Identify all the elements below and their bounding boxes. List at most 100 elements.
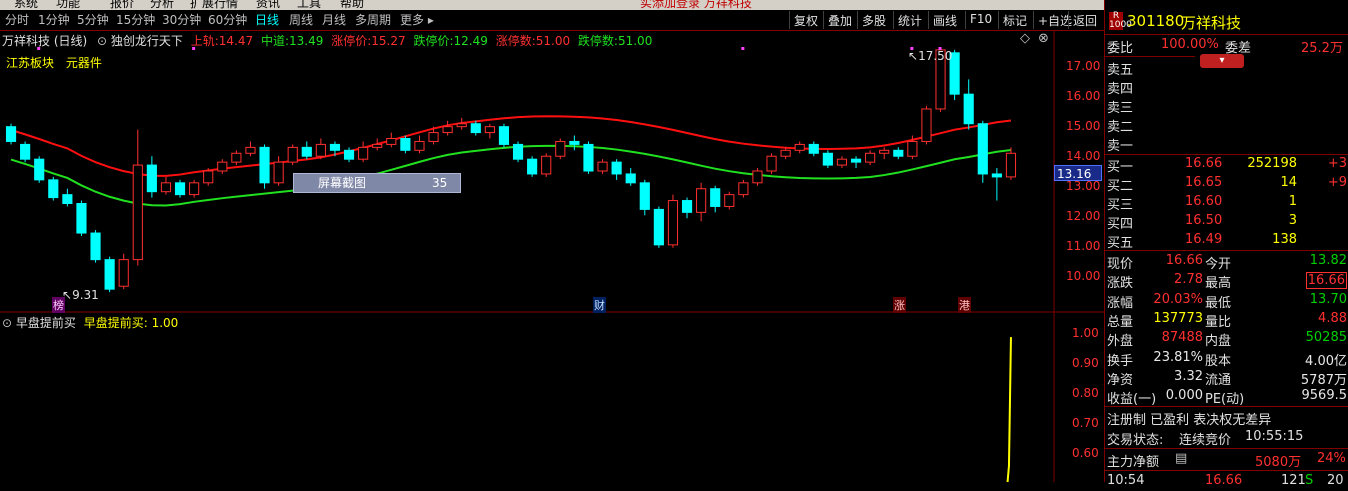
- candle-body: [710, 188, 721, 207]
- period-daily[interactable]: 日线: [255, 11, 279, 28]
- ask-row[interactable]: 卖五: [1105, 58, 1348, 78]
- f10-button[interactable]: F10: [965, 11, 996, 29]
- stat-label: 内盘: [1205, 334, 1232, 350]
- candle-body: [653, 208, 664, 246]
- limit-up-count-label: 涨停数:: [495, 34, 536, 48]
- stat-value: 0.000: [1165, 388, 1203, 404]
- period-15min[interactable]: 15分钟: [116, 11, 155, 28]
- bid-row[interactable]: 买二 16.65 14 +9: [1105, 174, 1348, 194]
- ask-row[interactable]: 卖一: [1105, 134, 1348, 154]
- period-1min[interactable]: 1分钟: [38, 11, 70, 28]
- bid-label: 买一: [1107, 160, 1134, 175]
- indicator-selector-icon[interactable]: ⊙: [97, 34, 107, 48]
- candle-body: [752, 170, 763, 184]
- candle-body: [724, 194, 735, 207]
- event-mark-finance[interactable]: 财: [593, 297, 606, 313]
- lower-tick: 0.70: [1072, 416, 1099, 430]
- event-mark-list[interactable]: 榜: [52, 297, 65, 313]
- wecha-value: 25.2万: [1301, 41, 1343, 56]
- menu-item-system[interactable]: 系统: [14, 0, 38, 10]
- lower-indicator-icon[interactable]: ⊙: [2, 316, 12, 330]
- period-60min[interactable]: 60分钟: [208, 11, 247, 28]
- candle-body: [34, 158, 45, 181]
- industry-label[interactable]: 元器件: [66, 56, 102, 70]
- tick-volume: 121: [1281, 473, 1306, 488]
- menu-item-help[interactable]: 帮助: [340, 0, 364, 10]
- low-price-marker: ↖9.31: [62, 288, 99, 302]
- main-flow-value: 5080万: [1255, 455, 1302, 470]
- bid-row[interactable]: 买一 16.66 252198 +3: [1105, 155, 1348, 175]
- main-flow-row[interactable]: 主力净额 ▤ 5080万 24%: [1105, 450, 1348, 470]
- menu-item-extended[interactable]: 扩展行情: [190, 0, 238, 10]
- multi-stock-button[interactable]: 多股: [857, 11, 890, 29]
- candle-body: [48, 179, 59, 199]
- candle-body: [118, 259, 129, 287]
- stat-label: 最高: [1205, 276, 1232, 292]
- candle-body: [343, 149, 355, 160]
- stat-row: 现价 16.66 今开 13.82: [1105, 252, 1348, 272]
- candle-body: [766, 155, 777, 172]
- candle-body: [315, 143, 326, 157]
- period-weekly[interactable]: 周线: [289, 11, 313, 28]
- period-monthly[interactable]: 月线: [322, 11, 346, 28]
- event-mark-hk[interactable]: 港: [958, 297, 971, 313]
- main-flow-icon[interactable]: ▤: [1175, 451, 1187, 466]
- registration-text: 注册制 已盈利 表决权无差异: [1107, 413, 1272, 428]
- candle-body: [414, 140, 425, 151]
- tick-count: 20: [1327, 473, 1344, 488]
- screenshot-tooltip[interactable]: 屏幕截图 35: [293, 173, 461, 193]
- kline-chart[interactable]: [0, 31, 1104, 482]
- middle-band-label: 中道:: [260, 34, 290, 48]
- bid-volume: 1: [1288, 194, 1297, 209]
- limit-down-count-label: 跌停数:: [577, 34, 618, 48]
- menu-item-function[interactable]: 功能: [56, 0, 80, 10]
- lower-tick: 0.60: [1072, 446, 1099, 460]
- candle-body: [865, 152, 876, 163]
- tick-direction: S: [1305, 473, 1314, 488]
- bid-row[interactable]: 买四 16.50 3: [1105, 212, 1348, 232]
- draw-button[interactable]: 画线: [928, 11, 961, 29]
- stat-value: 87488: [1161, 330, 1203, 346]
- menu-item-tools[interactable]: 工具: [297, 0, 321, 10]
- candle-body: [90, 232, 101, 261]
- ask-row[interactable]: 卖四: [1105, 77, 1348, 97]
- stock-code: 301180: [1127, 12, 1185, 30]
- period-more[interactable]: 更多 ▸: [400, 11, 434, 28]
- bid-row[interactable]: 买三 16.60 1: [1105, 193, 1348, 213]
- ask-row[interactable]: 卖三: [1105, 96, 1348, 116]
- limit-down-label: 跌停价:: [413, 34, 454, 48]
- period-30min[interactable]: 30分钟: [162, 11, 201, 28]
- candle-body: [512, 143, 524, 160]
- sector-line: 江苏板块 元器件: [6, 54, 102, 71]
- candle-body: [569, 140, 580, 145]
- ask-row[interactable]: 卖二: [1105, 115, 1348, 135]
- status-value: 连续竞价: [1179, 433, 1232, 448]
- kline-chart-area[interactable]: 万祥科技 (日线) ⊙ 独创龙行天下 上轨:14.47 中道:13.49 涨停价…: [0, 31, 1104, 482]
- overlay-button[interactable]: 叠加: [823, 11, 856, 29]
- stat-row: 总量 137773 量比 4.88: [1105, 310, 1348, 330]
- ask-label: 卖一: [1107, 139, 1134, 154]
- period-multi[interactable]: 多周期: [355, 11, 391, 28]
- sector-label[interactable]: 江苏板块: [6, 56, 54, 70]
- candle-body: [358, 146, 369, 160]
- period-5min[interactable]: 5分钟: [77, 11, 109, 28]
- indicator-name[interactable]: 独创龙行天下: [111, 34, 183, 48]
- menu-item-quote[interactable]: 报价: [110, 0, 134, 10]
- bid-price: 16.50: [1185, 213, 1223, 228]
- adjust-button[interactable]: 复权: [789, 11, 822, 29]
- back-button[interactable]: 返回: [1068, 11, 1101, 29]
- menu-item-analysis[interactable]: 分析: [150, 0, 174, 10]
- close-panel-icon[interactable]: ⊗: [1038, 31, 1049, 46]
- stats-button[interactable]: 统计: [893, 11, 926, 29]
- menu-item-info[interactable]: 资讯: [256, 0, 280, 10]
- bid-row[interactable]: 买五 16.49 138: [1105, 231, 1348, 251]
- stat-label: 量比: [1205, 314, 1232, 330]
- period-intraday[interactable]: 分时: [5, 11, 29, 28]
- event-mark-limit[interactable]: 涨: [893, 297, 906, 313]
- mark-button[interactable]: 标记: [998, 11, 1031, 29]
- candle-body: [301, 146, 312, 157]
- expand-icon[interactable]: ◇: [1020, 31, 1030, 46]
- lower-indicator-title[interactable]: 早盘提前买: [16, 316, 76, 330]
- tick-price: 16.66: [1205, 473, 1243, 488]
- candle-body: [217, 161, 228, 172]
